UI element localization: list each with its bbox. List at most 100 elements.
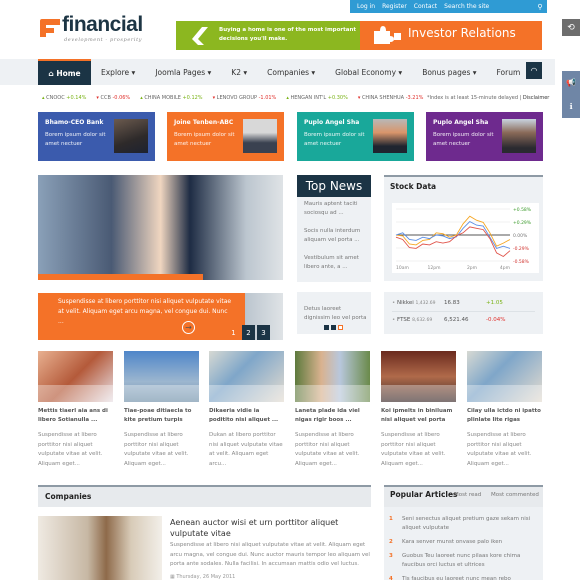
site-logo[interactable]: financial development - prosperity [38,13,148,45]
top-news-item[interactable]: Socis nulla interdum aliquam vel porta .… [304,227,368,245]
slider-page-1[interactable]: 1 [227,325,240,340]
top-news-item[interactable]: Mauris aptent taciti sociosqu ad ... [304,200,368,218]
y-tick-label: -0.29% [513,246,530,252]
ticker-item[interactable]: ▴ CNOOC +0.14% [42,95,86,101]
stock-row[interactable]: • FTSE 8,632.69 6,521.46 -0.04% [392,317,538,323]
y-tick-label: -0.58% [513,259,530,265]
article-date: ▦ Thursday, 26 May 2011 [170,574,236,580]
article-card[interactable]: Laneta plade ida viel nigas rigir boos .… [295,351,370,469]
profile-photo [243,119,277,153]
pager-dot-active[interactable] [338,325,343,330]
investor-relations-banner[interactable]: Investor Relations [360,21,542,50]
pager-dot[interactable] [331,325,336,330]
stock-row[interactable]: • Nikkei 1,432.69 16.83 +1.05 [392,300,538,306]
article-image [295,351,370,402]
arrow-right-icon[interactable]: → [182,321,195,334]
chevron-down-icon: ▾ [470,67,477,77]
megaphone-icon[interactable]: 📢 [566,78,576,87]
companies-section-header: Companies [38,485,371,507]
ticker-note: *Index is at least 15-minute delayed | D… [427,95,550,101]
ticker-item[interactable]: ▴ HENGAN INT'L +0.30% [286,95,348,101]
article-card[interactable]: Cilay ulla ictdo ni ipatto plinlate lite… [467,351,542,469]
nav-forum[interactable]: Forum [487,59,531,85]
main-nav: ⌂ Home Explore ▾ Joomla Pages ▾ K2 ▾ Com… [38,59,530,85]
tab-most-commented[interactable]: Most commented [491,492,539,498]
ticker-item[interactable]: ▾ CCB -0.06% [96,95,130,101]
ticker-item[interactable]: ▾ LENOVO GROUP -1.01% [213,95,277,101]
x-tick-label: 2pm [467,265,477,271]
banner-text: Investor Relations [408,26,516,40]
house-logo-icon [192,27,208,45]
puzzle-icon [374,26,401,44]
share-button[interactable]: ⟲ [562,19,580,36]
stock-chart-svg: +0.58% +0.29% 0.00% -0.29% -0.58% 10am 12pm 2pm… [395,207,532,271]
profile-card[interactable]: Bhamo-CEO Bank Borem ipsum dolor sit ame… [38,112,155,161]
home-icon: ⌂ [48,68,57,78]
tab-most-read[interactable]: Most read [454,492,481,498]
article-card[interactable]: Tiae-poae ditiaecla to kite pretium turp… [124,351,199,469]
chevron-down-icon: ▾ [396,67,403,77]
article-image [381,351,456,402]
companies-article-image [38,516,162,580]
article-image [124,351,199,402]
article-card[interactable]: Dikaeria vidie ia poditito nisi aliquet … [209,351,284,469]
ticker-item[interactable]: ▾ CHINA SHENHUA -3.21% [358,95,424,101]
companies-article-title[interactable]: Aenean auctor wisi et urn porttitor aliq… [170,517,370,539]
top-links-bar: Log in Register Contact Search the site … [350,0,547,13]
stock-data-title: Stock Data [390,182,437,191]
popular-item[interactable]: 1 Seni senectus aliquet pretium gaze seka… [389,515,539,533]
companies-article-text: Suspendisse at libero nisi aliquet vulpu… [170,542,370,567]
profile-card[interactable]: Joine Tenben-ABC Borem ipsum dolor sit a… [167,112,284,161]
home-buying-banner[interactable]: Buying a home is one of the most importa… [176,21,360,50]
nav-bonus-pages[interactable]: Bonus pages ▾ [412,59,486,85]
profile-card[interactable]: Puplo Angel Sha Borem ipsum dolor sit am… [297,112,414,161]
article-image [467,351,542,402]
pager-dot[interactable] [324,325,329,330]
y-tick-label: +0.58% [513,207,532,213]
companies-title[interactable]: Companies [45,492,91,501]
rss-icon: ◠ [530,66,538,75]
profile-photo [502,119,536,153]
y-tick-label: 0.00% [513,233,528,239]
logo-mark-icon [40,19,60,37]
nav-joomla-pages[interactable]: Joomla Pages ▾ [145,59,221,85]
article-image [209,351,284,402]
chevron-down-icon: ▾ [129,67,136,77]
search-input[interactable]: Search the site [444,3,489,10]
chevron-down-icon: ▾ [241,67,248,77]
ticker-item[interactable]: ▴ CHINA MOBILE +0.12% [140,95,202,101]
row-divider [392,311,535,312]
article-card[interactable]: Mettis tiaerl aia ans di libero Sotianul… [38,351,113,469]
top-news-item[interactable]: Detus laoreet dignissim leo vel porta [304,305,368,323]
search-icon[interactable]: ⚲ [533,0,547,13]
login-link[interactable]: Log in [357,3,375,10]
article-image [38,351,113,402]
nav-companies[interactable]: Companies ▾ [257,59,325,85]
slider-page-3[interactable]: 3 [257,325,270,340]
profile-card[interactable]: Puplo Angel Sha Borem ipsum dolor sit am… [426,112,543,161]
contact-link[interactable]: Contact [414,3,437,10]
profile-photo [373,119,407,153]
stock-table: • Nikkei 1,432.69 16.83 +1.05 • FTSE 8,6… [384,292,543,334]
info-icon[interactable]: ℹ [569,102,572,111]
x-tick-label: 4pm [500,265,510,271]
popular-item[interactable]: 3 Guobus Teu laoreet nunc pilaas kore chi… [389,552,539,570]
nav-global-economy[interactable]: Global Economy ▾ [325,59,412,85]
register-link[interactable]: Register [382,3,407,10]
nav-k2[interactable]: K2 ▾ [221,59,257,85]
article-card[interactable]: Koi ipmelts in biniluam nisi aliquet vel… [381,351,456,469]
disclaimer-link[interactable]: Disclaimer [523,95,549,101]
popular-articles-header: Popular Articles Most read Most commente… [384,487,543,507]
y-tick-label: +0.29% [513,220,532,226]
slider-page-2[interactable]: 2 [242,325,255,340]
nav-explore[interactable]: Explore ▾ [91,59,145,85]
x-tick-label: 12pm [428,265,441,271]
popular-item[interactable]: 2 Kara senver munst onvase palo iken [389,538,539,547]
banner-text: Buying a home is one of the most importa… [219,27,356,42]
top-news-item[interactable]: Vestibulum sit amet libero ante, a ... [304,254,368,272]
featured-slider[interactable]: Suspendisse at libero porttitor nisi ali… [38,175,283,340]
nav-home[interactable]: ⌂ Home [38,59,91,85]
rss-button[interactable]: ◠ [526,62,542,79]
top-news-title: Top News [297,175,371,197]
share-icon: ⟲ [567,22,575,33]
